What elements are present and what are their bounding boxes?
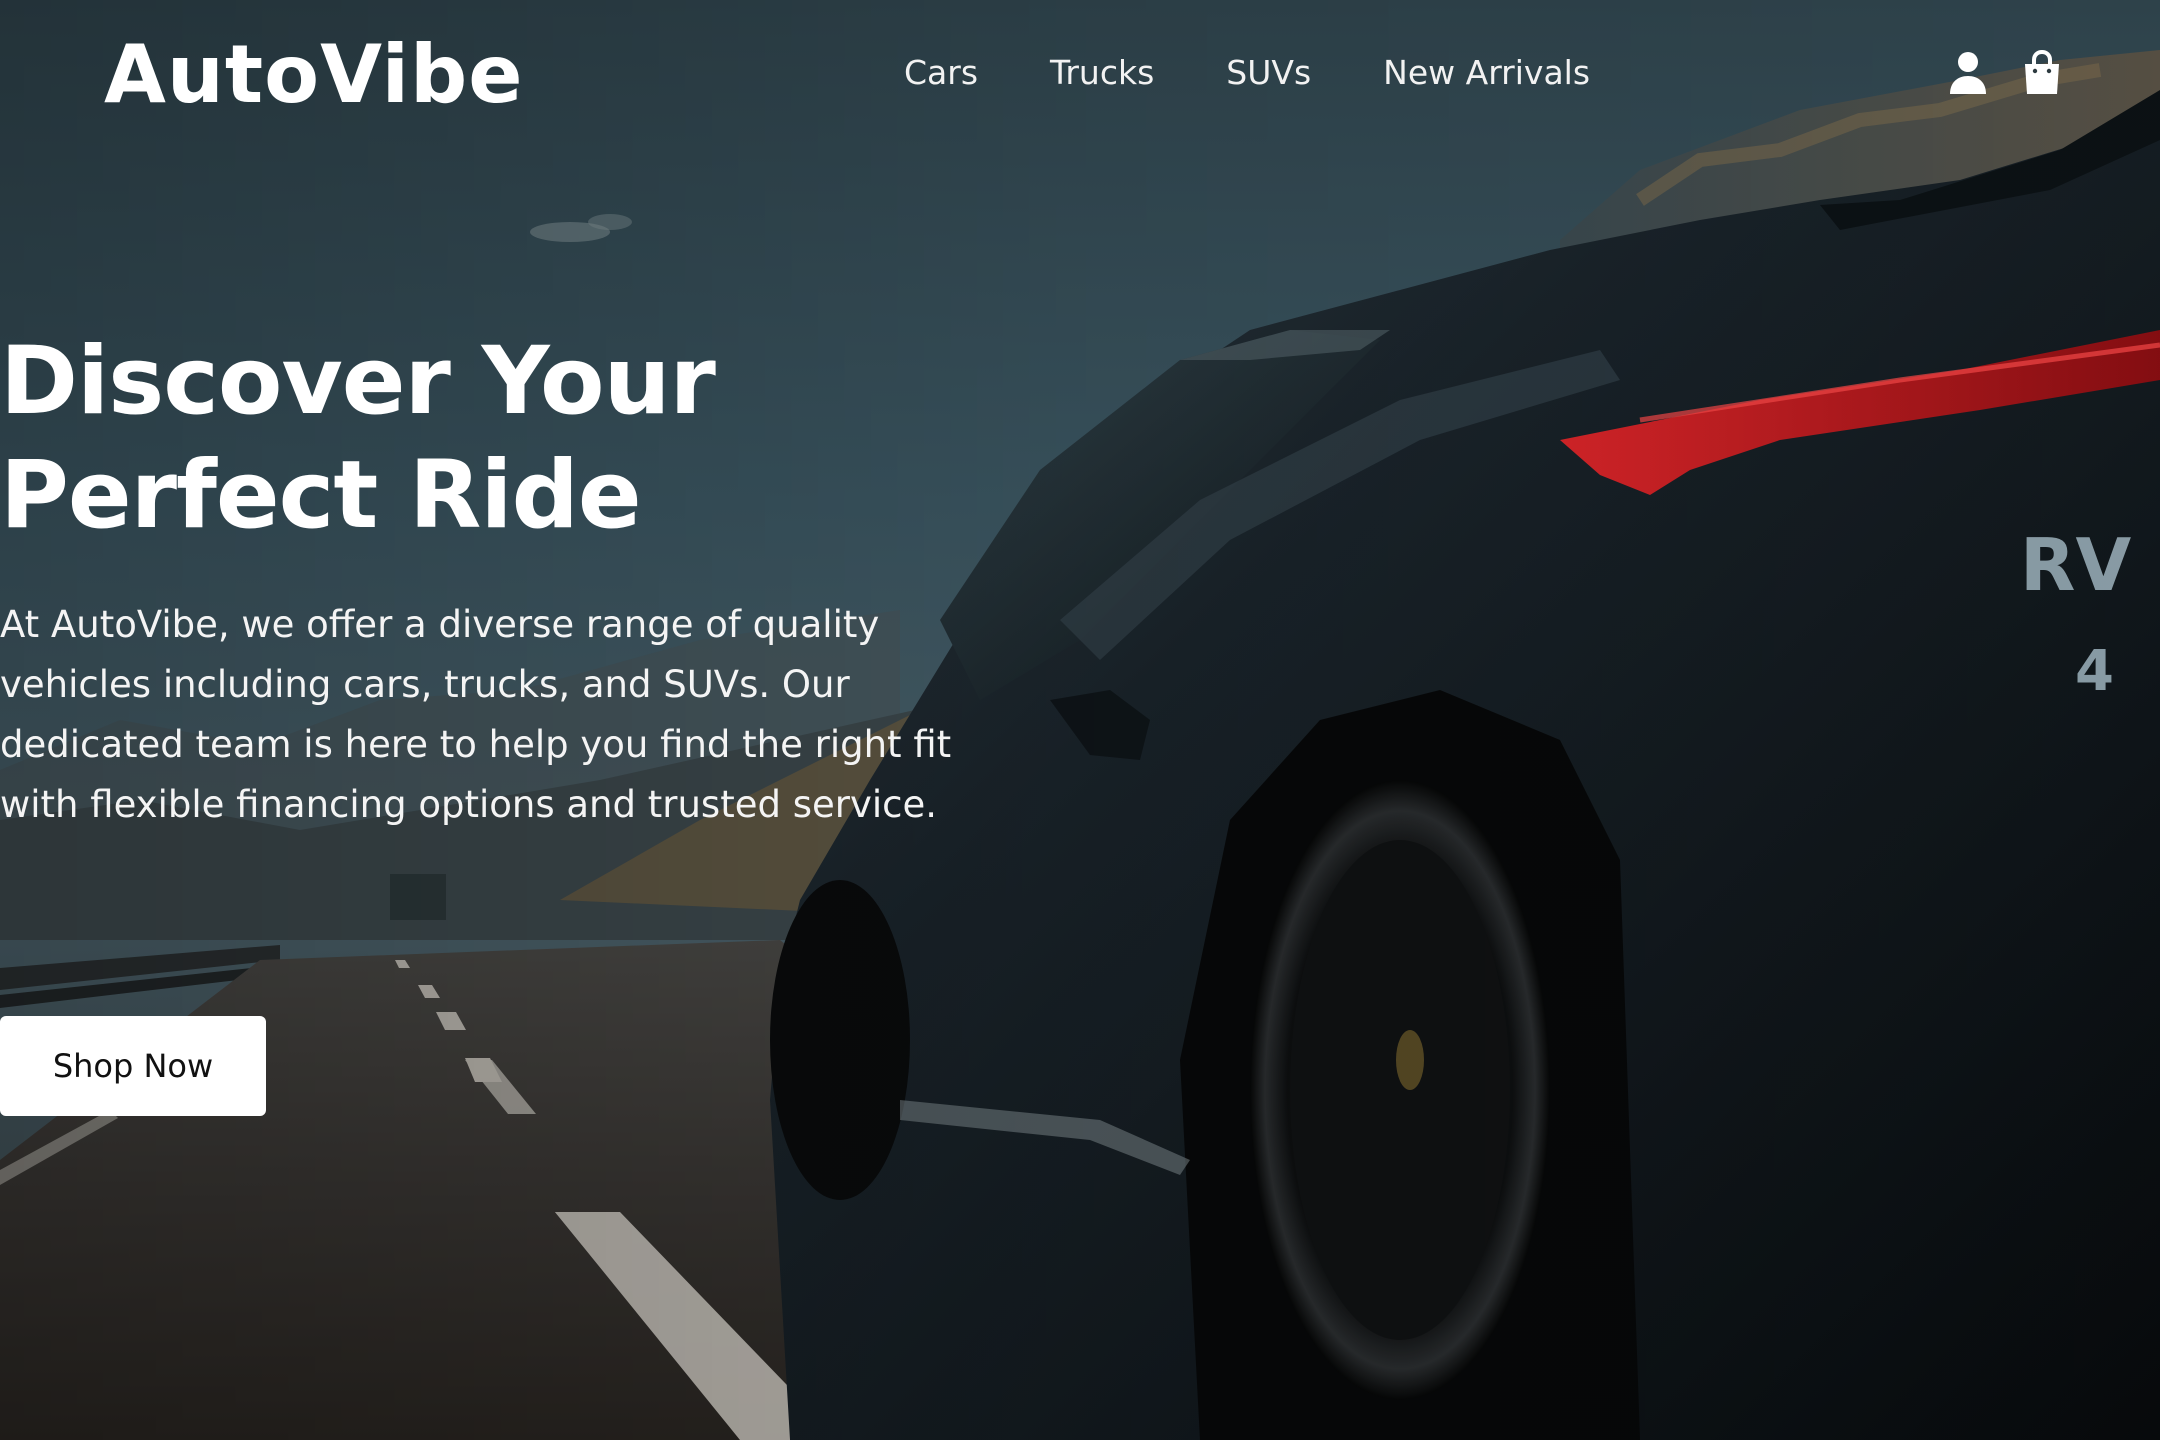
hero-description-line-1: At AutoVibe, we offer a diverse range of… xyxy=(0,603,880,646)
header-actions xyxy=(1948,50,2062,96)
hero-title-line-2: Perfect Ride xyxy=(0,441,642,550)
shopping-bag-icon[interactable] xyxy=(2022,50,2062,96)
main-nav: Cars Trucks SUVs New Arrivals xyxy=(904,48,1590,98)
hero-page: RV 4 AutoVibe Cars Trucks SUVs New Arriv… xyxy=(0,0,2160,1440)
nav-link-suvs[interactable]: SUVs xyxy=(1226,48,1311,98)
site-header: AutoVibe Cars Trucks SUVs New Arrivals xyxy=(0,0,2160,150)
hero-description-line-4: with flexible financing options and trus… xyxy=(0,783,938,826)
brand-logo[interactable]: AutoVibe xyxy=(104,30,524,120)
hero-description-line-3: dedicated team is here to help you find … xyxy=(0,723,952,766)
shop-now-button[interactable]: Shop Now xyxy=(0,1016,266,1116)
nav-link-cars[interactable]: Cars xyxy=(904,48,978,98)
hero-title: Discover Your Perfect Ride xyxy=(0,325,1100,553)
user-icon[interactable] xyxy=(1948,50,1988,96)
nav-link-new-arrivals[interactable]: New Arrivals xyxy=(1383,48,1590,98)
hero-description-line-2: vehicles including cars, trucks, and SUV… xyxy=(0,663,850,706)
hero-description: At AutoVibe, we offer a diverse range of… xyxy=(0,595,1060,835)
hero-title-line-1: Discover Your xyxy=(0,327,716,436)
nav-link-trucks[interactable]: Trucks xyxy=(1050,48,1154,98)
